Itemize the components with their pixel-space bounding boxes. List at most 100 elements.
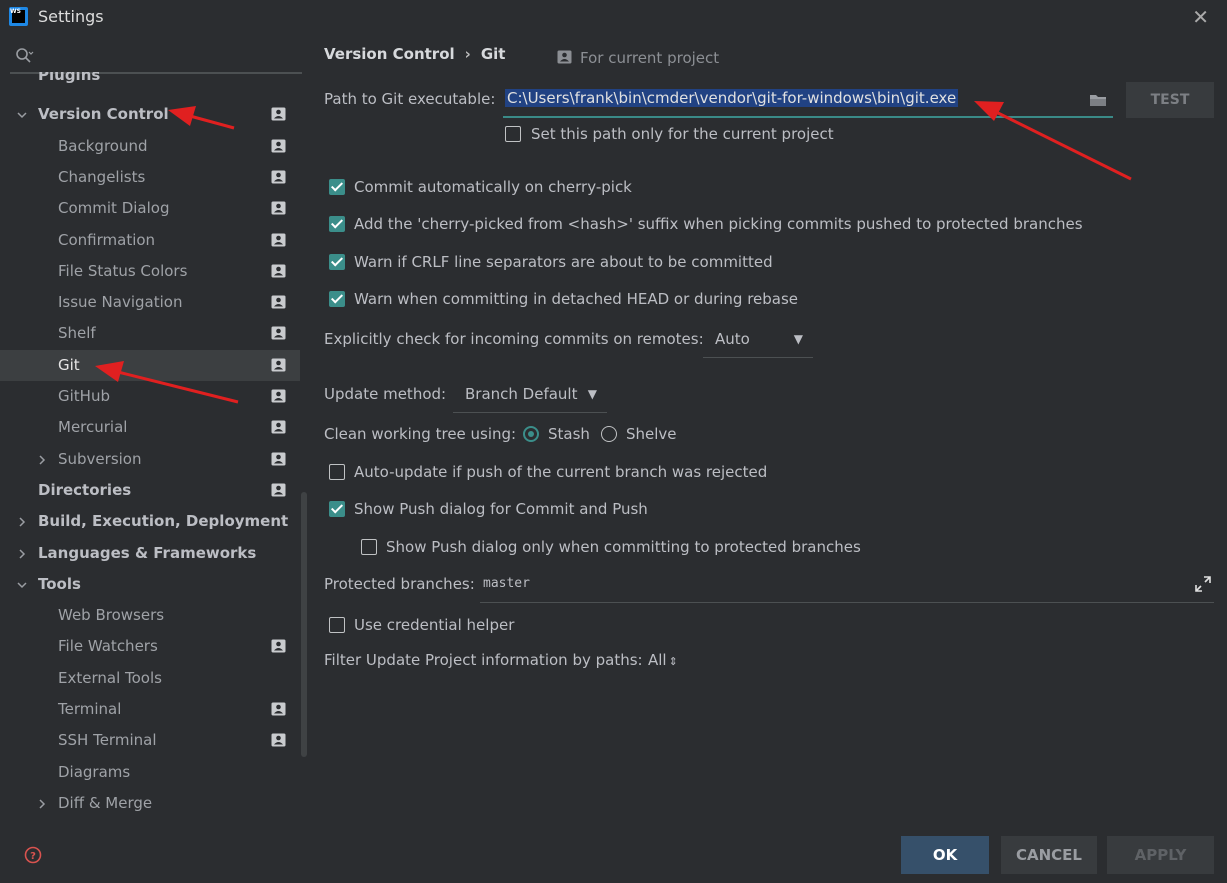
sidebar-item[interactable]: Subversion: [0, 444, 300, 475]
sidebar-item[interactable]: Mercurial: [0, 412, 300, 443]
chevron-right-icon[interactable]: [16, 548, 28, 560]
chevron-down-icon: ▼: [793, 332, 803, 346]
project-level-icon: [271, 420, 286, 434]
sidebar-item[interactable]: External Tools: [0, 663, 300, 694]
protected-branches-label: Protected branches:: [324, 575, 475, 593]
stash-radio[interactable]: [523, 426, 539, 442]
project-level-icon: [271, 358, 286, 372]
update-method-dropdown[interactable]: Branch Default ▼: [453, 376, 607, 413]
show-push-protected-label: Show Push dialog only when committing to…: [386, 538, 861, 556]
sidebar-item-label: Diagrams: [58, 762, 131, 781]
shelve-radio[interactable]: [601, 426, 617, 442]
breadcrumb: Version Control › Git: [324, 45, 505, 63]
sidebar-item[interactable]: Diff & Merge: [0, 788, 300, 819]
sidebar-item[interactable]: File Status Colors: [0, 256, 300, 287]
sidebar-item-label: Version Control: [38, 105, 169, 124]
sidebar-item[interactable]: Directories: [0, 475, 300, 506]
show-push-protected-checkbox[interactable]: [361, 539, 377, 555]
cherry-picked-suffix-checkbox[interactable]: [329, 216, 345, 232]
folder-icon[interactable]: [1089, 93, 1107, 107]
sidebar-item[interactable]: File Watchers: [0, 631, 300, 662]
webstorm-logo-icon: WS: [9, 7, 28, 26]
chevron-right-icon[interactable]: [36, 798, 48, 810]
cancel-button[interactable]: CANCEL: [1001, 836, 1097, 874]
show-push-dialog-checkbox[interactable]: [329, 501, 345, 517]
sidebar-item-label: Diff & Merge: [58, 793, 153, 812]
protected-branches-value: master: [483, 576, 530, 591]
window-title: Settings: [38, 7, 104, 26]
sidebar-item[interactable]: Plugins: [0, 72, 300, 99]
settings-tree: Plugins Version Control Background Changeli…: [0, 72, 300, 862]
warn-crlf-checkbox[interactable]: [329, 254, 345, 270]
sidebar-item-label: Build, Execution, Deployment: [38, 512, 289, 531]
sidebar-scrollbar[interactable]: [301, 492, 307, 757]
filter-update-dropdown[interactable]: All ⇕: [648, 651, 678, 669]
chevron-right-icon[interactable]: [16, 516, 28, 528]
project-level-icon: [271, 201, 286, 215]
incoming-commits-dropdown[interactable]: Auto ▼: [703, 321, 813, 358]
breadcrumb-separator: ›: [464, 45, 471, 63]
update-method-label: Update method:: [324, 385, 447, 403]
credential-helper-checkbox[interactable]: [329, 617, 345, 633]
sidebar-item-label: Plugins: [38, 72, 101, 84]
chevron-down-icon[interactable]: [16, 579, 28, 591]
sidebar-item-label: Terminal: [58, 700, 122, 718]
sidebar-item[interactable]: Tools: [0, 569, 300, 600]
sidebar-item-label: Languages & Frameworks: [38, 543, 257, 562]
show-push-dialog-label: Show Push dialog for Commit and Push: [354, 500, 648, 518]
commit-cherry-pick-checkbox[interactable]: [329, 179, 345, 195]
sidebar-item[interactable]: Background: [0, 131, 300, 162]
close-icon[interactable]: ✕: [1192, 5, 1209, 29]
git-path-input[interactable]: C:\Users\frank\bin\cmder\vendor\git-for-…: [503, 85, 1113, 118]
for-current-project-note: For current project: [557, 49, 719, 67]
sidebar-item[interactable]: Git: [0, 349, 300, 381]
test-button[interactable]: TEST: [1126, 82, 1214, 118]
sidebar-item[interactable]: Web Browsers: [0, 600, 300, 631]
sidebar-item[interactable]: Changelists: [0, 162, 300, 193]
project-level-icon: [271, 483, 286, 497]
sidebar-item-label: Mercurial: [58, 418, 128, 437]
sidebar-item-label: SSH Terminal: [58, 731, 157, 750]
apply-button[interactable]: APPLY: [1107, 836, 1214, 874]
project-level-icon: [271, 639, 286, 653]
warn-detached-head-checkbox[interactable]: [329, 291, 345, 307]
sidebar-item-label: Web Browsers: [58, 606, 165, 625]
sidebar-item[interactable]: SSH Terminal: [0, 725, 300, 756]
svg-text:?: ?: [30, 851, 36, 862]
project-level-icon: [271, 452, 286, 466]
project-level-icon: [271, 326, 286, 340]
filter-update-value: All: [648, 651, 667, 669]
project-level-icon: [271, 107, 286, 121]
expand-icon[interactable]: [1194, 575, 1212, 593]
set-path-only-label: Set this path only for the current proje…: [531, 125, 834, 143]
sidebar-item[interactable]: Shelf: [0, 318, 300, 349]
sidebar-item[interactable]: Build, Execution, Deployment: [0, 506, 300, 537]
sidebar-item[interactable]: Version Control: [0, 99, 300, 130]
sidebar-item-label: External Tools: [58, 668, 162, 687]
git-path-label: Path to Git executable:: [324, 90, 496, 108]
breadcrumb-parent[interactable]: Version Control: [324, 45, 455, 63]
sidebar-item[interactable]: GitHub: [0, 381, 300, 412]
sidebar-item-label: Git: [58, 355, 80, 374]
sidebar-item[interactable]: Diagrams: [0, 757, 300, 788]
ok-button[interactable]: OK: [901, 836, 989, 874]
sidebar-item-label: GitHub: [58, 387, 110, 405]
protected-branches-input[interactable]: master: [480, 567, 1214, 603]
chevron-right-icon[interactable]: [36, 454, 48, 466]
set-path-only-checkbox[interactable]: [505, 126, 521, 142]
chevron-down-icon[interactable]: [16, 109, 28, 121]
shelve-label: Shelve: [626, 425, 677, 443]
search-input[interactable]: [10, 42, 302, 74]
sidebar-item[interactable]: Commit Dialog: [0, 193, 300, 224]
help-icon[interactable]: ?: [24, 846, 42, 864]
sidebar-item[interactable]: Terminal: [0, 694, 300, 725]
sidebar-item[interactable]: Confirmation: [0, 225, 300, 256]
auto-update-checkbox[interactable]: [329, 464, 345, 480]
title-bar: WS Settings ✕: [0, 0, 1227, 34]
sidebar-item-label: Tools: [38, 574, 81, 593]
sidebar-item[interactable]: Issue Navigation: [0, 287, 300, 318]
search-icon: [16, 48, 34, 63]
sidebar-item[interactable]: Languages & Frameworks: [0, 538, 300, 569]
project-level-icon: [271, 139, 286, 153]
project-icon: [557, 50, 572, 64]
